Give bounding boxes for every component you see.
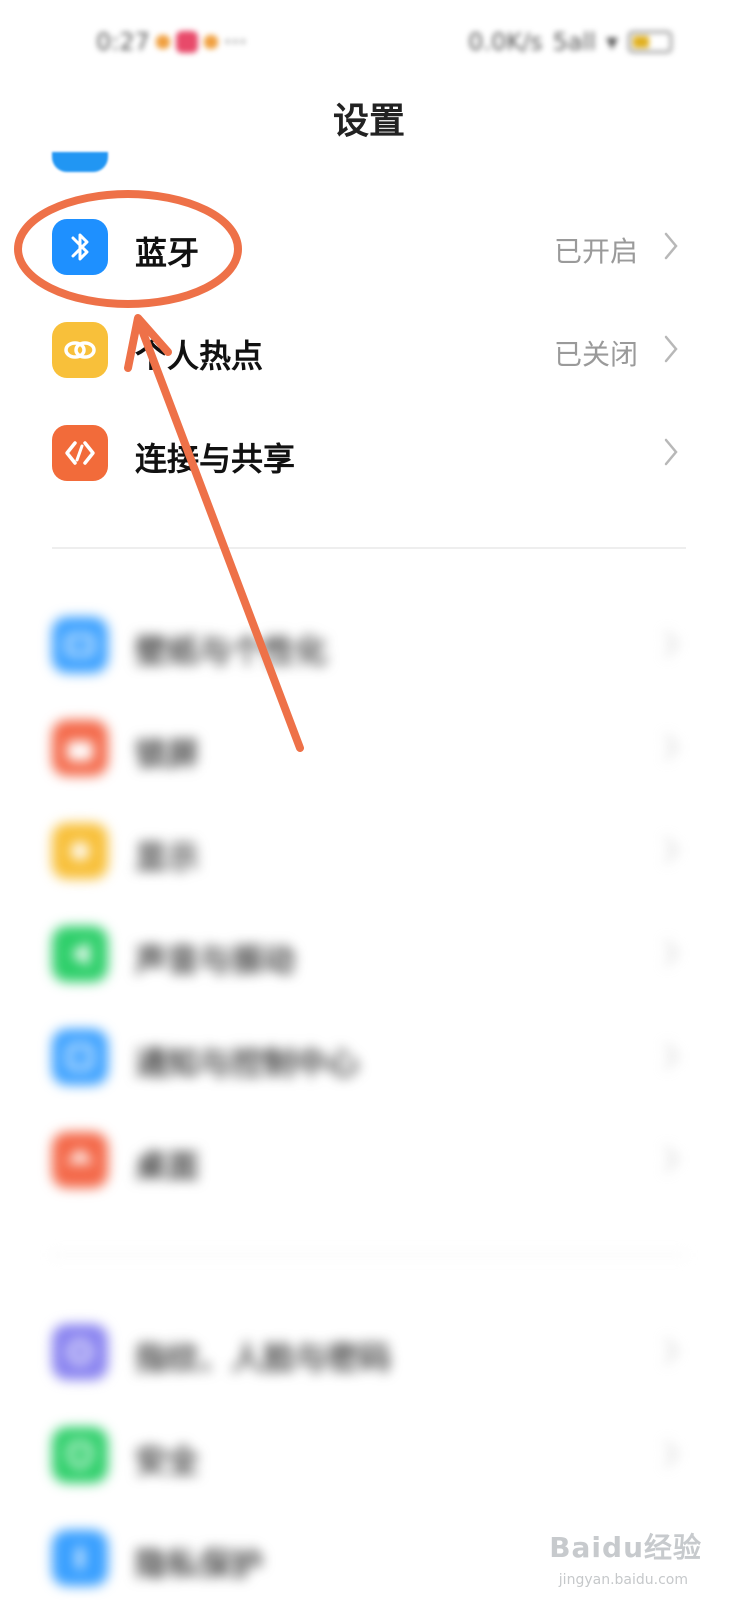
settings-item-desktop[interactable]: 桌面 bbox=[0, 1115, 738, 1205]
chevron-right-icon bbox=[656, 228, 686, 264]
hotspot-status: 已关闭 bbox=[553, 338, 638, 371]
signal-indicator: 5all bbox=[552, 28, 596, 56]
battery-icon bbox=[628, 31, 672, 53]
settings-item-sound[interactable]: 声音与振动 bbox=[0, 909, 738, 999]
security-icon bbox=[52, 1427, 108, 1483]
privacy-label: 隐私保护 bbox=[135, 1545, 264, 1583]
more-notifications: ··· bbox=[223, 28, 247, 56]
wifi-icon: ▾ bbox=[605, 28, 618, 56]
settings-item-display[interactable]: 显示 bbox=[0, 806, 738, 896]
status-left: 0:27 ··· bbox=[96, 28, 247, 56]
chevron-right-icon bbox=[656, 1333, 686, 1369]
settings-item-fingerprint[interactable]: 指纹、人脸与密码 bbox=[0, 1307, 738, 1397]
settings-item-connection-sharing[interactable]: 连接与共享 bbox=[0, 408, 738, 498]
status-bar: 0:27 ··· 0.0K/s 5all ▾ bbox=[0, 0, 738, 90]
warning-icon bbox=[203, 35, 218, 49]
section-divider bbox=[52, 1254, 686, 1256]
lock-screen-label: 锁屏 bbox=[135, 735, 200, 773]
wallpaper-icon bbox=[52, 617, 108, 673]
desktop-label: 桌面 bbox=[135, 1147, 200, 1185]
watermark-url: jingyan.baidu.com bbox=[558, 1572, 688, 1588]
bluetooth-icon bbox=[52, 219, 108, 275]
bluetooth-status: 已开启 bbox=[553, 235, 638, 268]
bluetooth-label: 蓝牙 bbox=[135, 234, 200, 272]
status-time: 0:27 bbox=[96, 28, 150, 56]
chevron-right-icon bbox=[656, 331, 686, 367]
section-divider bbox=[52, 547, 686, 549]
sound-label: 声音与振动 bbox=[135, 941, 296, 979]
settings-item-security[interactable]: 安全 bbox=[0, 1410, 738, 1500]
hotspot-label: 个人热点 bbox=[135, 337, 264, 375]
status-right: 0.0K/s 5all ▾ bbox=[468, 28, 672, 56]
sound-icon bbox=[52, 926, 108, 982]
settings-item-bluetooth[interactable]: 蓝牙 已开启 bbox=[0, 202, 738, 292]
lock-icon bbox=[52, 720, 108, 776]
wallpaper-label: 壁纸与个性化 bbox=[135, 632, 328, 670]
chevron-right-icon bbox=[656, 1436, 686, 1472]
settings-item-wallpaper[interactable]: 壁纸与个性化 bbox=[0, 600, 738, 690]
privacy-icon bbox=[52, 1530, 108, 1586]
display-icon bbox=[52, 823, 108, 879]
chevron-right-icon bbox=[656, 1141, 686, 1177]
page-title: 设置 bbox=[332, 101, 405, 142]
home-icon bbox=[52, 1132, 108, 1188]
fingerprint-label: 指纹、人脸与密码 bbox=[135, 1339, 392, 1377]
chevron-right-icon bbox=[656, 434, 686, 470]
share-icon bbox=[52, 425, 108, 481]
notification-label: 通知与控制中心 bbox=[135, 1044, 360, 1082]
fingerprint-icon bbox=[52, 1324, 108, 1380]
settings-item-notification[interactable]: 通知与控制中心 bbox=[0, 1012, 738, 1102]
chevron-right-icon bbox=[656, 935, 686, 971]
notification-icon bbox=[52, 1029, 108, 1085]
connection-sharing-label: 连接与共享 bbox=[135, 440, 296, 478]
security-label: 安全 bbox=[135, 1442, 200, 1480]
chevron-right-icon bbox=[656, 729, 686, 765]
settings-item-hotspot[interactable]: 个人热点 已关闭 bbox=[0, 305, 738, 395]
hotspot-icon bbox=[52, 322, 108, 378]
app-notification-icon bbox=[175, 31, 198, 53]
chevron-right-icon bbox=[656, 626, 686, 662]
previous-item-icon bbox=[52, 152, 108, 172]
settings-item-lock-screen[interactable]: 锁屏 bbox=[0, 703, 738, 793]
warning-icon bbox=[155, 35, 170, 49]
watermark: Baidu经验 bbox=[549, 1531, 702, 1564]
chevron-right-icon bbox=[656, 832, 686, 868]
chevron-right-icon bbox=[656, 1038, 686, 1074]
display-label: 显示 bbox=[135, 838, 200, 876]
network-speed: 0.0K/s bbox=[468, 28, 543, 56]
